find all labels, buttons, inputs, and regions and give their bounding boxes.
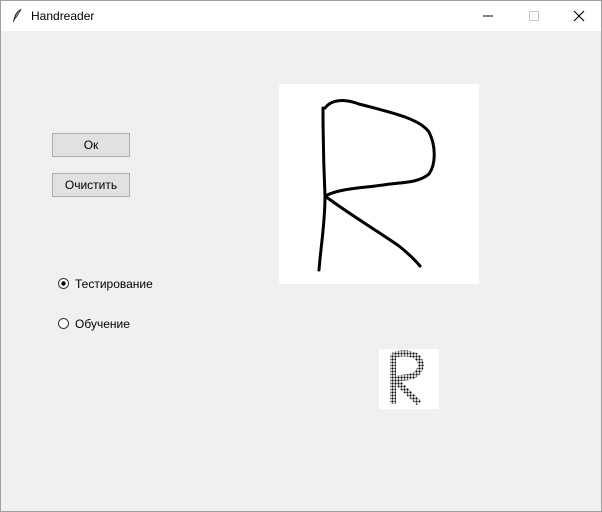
ok-button[interactable]: Ок bbox=[52, 133, 130, 157]
radio-unselected-icon[interactable] bbox=[58, 318, 69, 329]
drawn-letter-r bbox=[317, 99, 436, 272]
preview-letter-r bbox=[390, 350, 424, 406]
minimize-button[interactable] bbox=[465, 1, 511, 31]
radio-testing-label: Тестирование bbox=[75, 277, 153, 291]
radio-training-label: Обучение bbox=[75, 317, 130, 331]
app-window: Handreader Ок Очистить Тестирование Обуч… bbox=[0, 0, 602, 512]
drawing-canvas[interactable] bbox=[279, 84, 479, 284]
close-button[interactable] bbox=[556, 1, 602, 31]
minimize-icon bbox=[483, 15, 493, 17]
radio-selected-icon[interactable] bbox=[58, 278, 69, 289]
close-icon bbox=[573, 10, 585, 22]
clear-button[interactable]: Очистить bbox=[52, 173, 130, 197]
maximize-button[interactable] bbox=[511, 1, 557, 31]
window-title: Handreader bbox=[31, 9, 95, 23]
preview-canvas bbox=[379, 349, 439, 409]
feather-icon bbox=[10, 8, 24, 24]
maximize-icon bbox=[529, 11, 539, 21]
title-bar[interactable]: Handreader bbox=[1, 1, 601, 31]
